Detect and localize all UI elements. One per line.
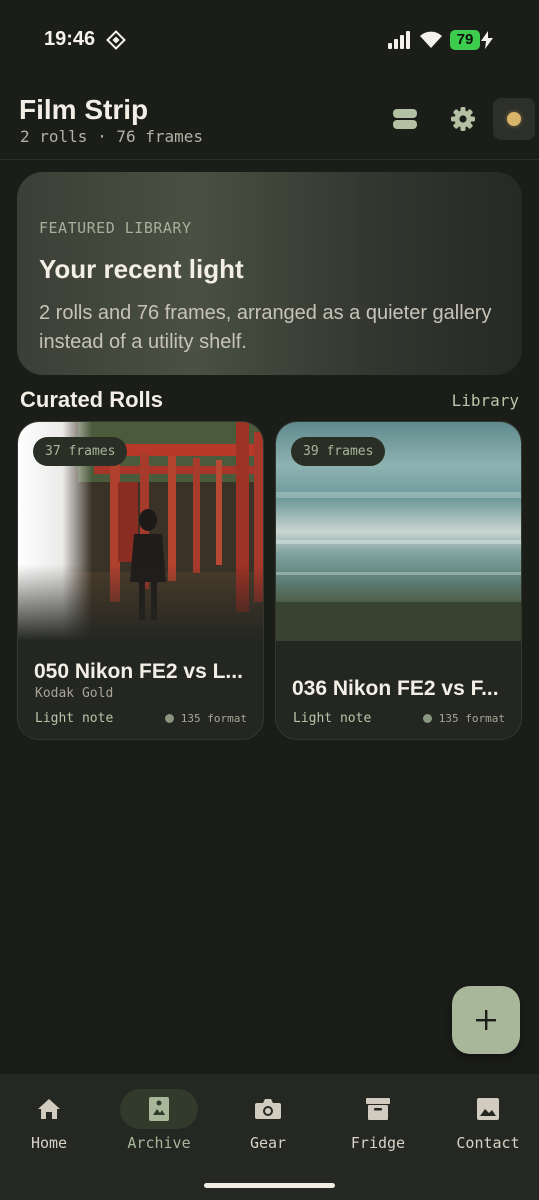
nav-label: Archive bbox=[127, 1134, 191, 1152]
status-time: 19:46 bbox=[44, 28, 96, 50]
nav-home[interactable]: Home bbox=[0, 1089, 99, 1169]
featured-label: FEATURED LIBRARY bbox=[39, 219, 192, 237]
roll-title: 050 Nikon FE2 vs L... bbox=[34, 660, 243, 683]
nav-gear[interactable]: Gear bbox=[218, 1089, 318, 1169]
charging-bolt-icon bbox=[481, 31, 493, 49]
library-link[interactable]: Library bbox=[452, 391, 519, 410]
nav-label: Gear bbox=[249, 1134, 287, 1152]
featured-description: 2 rolls and 76 frames, arranged as a qui… bbox=[39, 302, 492, 353]
nav-label: Fridge bbox=[350, 1134, 406, 1152]
frames-badge: 39 frames bbox=[291, 437, 386, 466]
roll-card[interactable]: 37 frames 050 Nikon FE2 vs L... Kodak Go… bbox=[17, 421, 264, 740]
camera-icon bbox=[255, 1099, 281, 1119]
nfc-icon bbox=[106, 30, 126, 50]
format-label: 135 format bbox=[164, 712, 247, 725]
featured-library-card[interactable]: FEATURED LIBRARY Your recent light 2 rol… bbox=[17, 172, 522, 375]
battery-indicator: 79 bbox=[450, 30, 480, 50]
app-title: Film Strip bbox=[19, 94, 149, 125]
app-header: Film Strip 2 rolls · 76 frames bbox=[0, 80, 539, 160]
featured-title: Your recent light bbox=[39, 254, 244, 284]
status-bar: 19:46 79 bbox=[0, 0, 539, 80]
nav-label: Home bbox=[30, 1134, 68, 1152]
theme-toggle-button[interactable] bbox=[493, 98, 535, 140]
roll-title: 036 Nikon FE2 vs F... bbox=[292, 677, 499, 700]
nav-archive[interactable]: Archive bbox=[109, 1089, 209, 1169]
box-icon bbox=[366, 1098, 390, 1120]
cell-signal-icon bbox=[388, 31, 410, 49]
format-dot-icon bbox=[422, 714, 432, 723]
frames-badge: 37 frames bbox=[33, 437, 128, 466]
format-dot-icon bbox=[164, 714, 174, 723]
nav-fridge[interactable]: Fridge bbox=[328, 1089, 428, 1169]
home-icon bbox=[38, 1099, 60, 1119]
format-label: 135 format bbox=[422, 712, 505, 725]
archive-photo-icon bbox=[149, 1097, 169, 1121]
format-text: 135 format bbox=[438, 712, 505, 725]
sun-dot-icon bbox=[507, 112, 521, 126]
image-icon bbox=[477, 1098, 499, 1120]
section-title: Curated Rolls bbox=[20, 387, 164, 412]
film-stock-label: Kodak Gold bbox=[35, 686, 114, 701]
light-note: Light note bbox=[35, 711, 114, 726]
light-note: Light note bbox=[293, 711, 372, 726]
app-subtitle: 2 rolls · 76 frames bbox=[20, 127, 204, 146]
settings-button[interactable] bbox=[442, 98, 484, 140]
bottom-navigation: Home Archive Gear Fridge Contact bbox=[0, 1074, 539, 1200]
nav-contact[interactable]: Contact bbox=[438, 1089, 538, 1169]
roll-card[interactable]: 39 frames 036 Nikon FE2 vs F... Light no… bbox=[275, 421, 522, 740]
gear-icon bbox=[451, 107, 475, 131]
add-roll-button[interactable] bbox=[452, 986, 520, 1054]
nav-label: Contact bbox=[456, 1134, 520, 1152]
wifi-icon bbox=[420, 31, 442, 48]
plus-icon bbox=[476, 1010, 496, 1030]
home-indicator bbox=[204, 1183, 335, 1188]
format-text: 135 format bbox=[180, 712, 247, 725]
view-toggle-button[interactable] bbox=[384, 98, 426, 140]
view-rows-icon bbox=[393, 109, 417, 129]
